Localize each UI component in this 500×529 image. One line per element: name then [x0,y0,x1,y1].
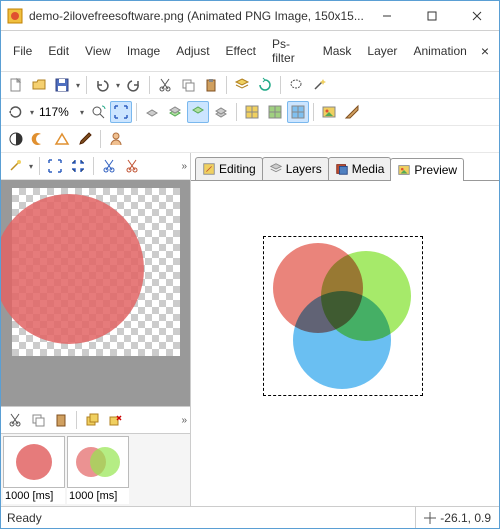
wand-icon[interactable] [308,74,330,96]
frame-dup-icon[interactable] [81,409,103,431]
menubar: File Edit View Image Adjust Effect Ps-fi… [1,31,499,72]
paste-icon[interactable] [200,74,222,96]
frame-thumb[interactable]: 1000 [ms] [67,436,129,504]
main-area: ▾ » » 1000 [ms] [1,153,499,506]
wand-tool-icon[interactable] [4,155,26,177]
rotate-icon[interactable] [254,74,276,96]
menu-close-icon[interactable]: × [475,43,495,59]
frame-cut-icon[interactable] [4,409,26,431]
frame-paste-icon[interactable] [50,409,72,431]
tab-label: Preview [414,163,457,177]
new-icon[interactable] [5,74,27,96]
open-icon[interactable] [28,74,50,96]
save-icon[interactable] [51,74,73,96]
layers-tool-icon[interactable] [231,74,253,96]
frame-copy-icon[interactable] [27,409,49,431]
zoom-dropdown-icon[interactable]: ▾ [78,108,86,117]
zoom-value[interactable]: 117% [37,105,77,119]
window-title: demo-2ilovefreesoftware.png (Animated PN… [29,9,364,23]
moon-icon[interactable] [28,128,50,150]
canvas-checker [12,188,180,356]
left-toolbar-chevron-icon[interactable]: » [181,161,187,172]
wand-dropdown-icon[interactable]: ▾ [27,162,35,171]
crosshair-icon [424,512,436,524]
canvas-shape [1,194,144,344]
eyedropper-icon[interactable] [5,101,27,123]
zoom-dropdown-left-icon[interactable]: ▾ [28,108,36,117]
grid-3-icon[interactable] [287,101,309,123]
preview-content [269,243,419,393]
tab-media[interactable]: Media [328,157,392,180]
toolbar-row-2: ▾ 117% ▾ [1,99,499,126]
close-button[interactable] [454,1,499,30]
status-text: Ready [1,511,415,525]
frames-strip: 1000 [ms] 1000 [ms] [1,434,190,506]
maximize-button[interactable] [409,1,454,30]
cut-icon[interactable] [154,74,176,96]
toolbar-row-1: ▾ ▾ [1,72,499,99]
preview-body[interactable] [191,181,499,506]
app-icon [7,8,23,24]
collapse-corners-icon[interactable] [67,155,89,177]
frame-toolbar-chevron-icon[interactable]: » [181,415,187,426]
frame-del-icon[interactable] [104,409,126,431]
redo-icon[interactable] [123,74,145,96]
frame-toolbar: » [1,406,190,434]
minimize-button[interactable] [364,1,409,30]
menu-edit[interactable]: Edit [40,41,77,61]
layer-shadow-icon[interactable] [141,101,163,123]
expand-corners-icon[interactable] [44,155,66,177]
zoom-fit-icon[interactable] [87,101,109,123]
tab-label: Media [352,162,385,176]
frame-label: 1000 [ms] [67,488,129,504]
copy-icon[interactable] [177,74,199,96]
undo-dropdown-icon[interactable]: ▾ [114,81,122,90]
left-toolbar: ▾ » [1,153,190,180]
lasso-icon[interactable] [285,74,307,96]
menu-animation[interactable]: Animation [405,41,474,61]
scissors-1-icon[interactable] [98,155,120,177]
image-icon[interactable] [318,101,340,123]
fit-screen-icon[interactable] [110,101,132,123]
layer-stack-icon[interactable] [210,101,232,123]
titlebar: demo-2ilovefreesoftware.png (Animated PN… [1,1,499,31]
toolbar-row-3 [1,126,499,153]
menu-file[interactable]: File [5,41,40,61]
coords-value: -26.1, 0.9 [440,511,491,525]
menu-view[interactable]: View [77,41,119,61]
contrast-icon[interactable] [5,128,27,150]
brush-icon[interactable] [74,128,96,150]
layer-top-icon[interactable] [187,101,209,123]
menu-psfilter[interactable]: Ps-filter [264,34,315,68]
right-pane: Editing Layers Media Preview [191,153,499,506]
layer-mid-icon[interactable] [164,101,186,123]
frame-label: 1000 [ms] [3,488,65,504]
statusbar: Ready -26.1, 0.9 [1,506,499,528]
save-dropdown-icon[interactable]: ▾ [74,81,82,90]
triangle-icon[interactable] [51,128,73,150]
menu-image[interactable]: Image [119,41,168,61]
tab-layers[interactable]: Layers [262,157,329,180]
left-pane: ▾ » » 1000 [ms] [1,153,191,506]
ruler-icon[interactable] [341,101,363,123]
menu-layer[interactable]: Layer [359,41,405,61]
canvas-view[interactable] [1,180,190,406]
tab-label: Layers [286,162,322,176]
menu-adjust[interactable]: Adjust [168,41,217,61]
scissors-2-icon[interactable] [121,155,143,177]
person-icon[interactable] [105,128,127,150]
menu-effect[interactable]: Effect [218,41,264,61]
tabs-row: Editing Layers Media Preview [191,153,499,181]
status-coords: -26.1, 0.9 [415,507,499,528]
tab-preview[interactable]: Preview [390,158,464,181]
menu-mask[interactable]: Mask [315,41,360,61]
tab-label: Editing [219,162,256,176]
undo-icon[interactable] [91,74,113,96]
grid-1-icon[interactable] [241,101,263,123]
tab-editing[interactable]: Editing [195,157,263,180]
grid-2-icon[interactable] [264,101,286,123]
frame-thumb[interactable]: 1000 [ms] [3,436,65,504]
